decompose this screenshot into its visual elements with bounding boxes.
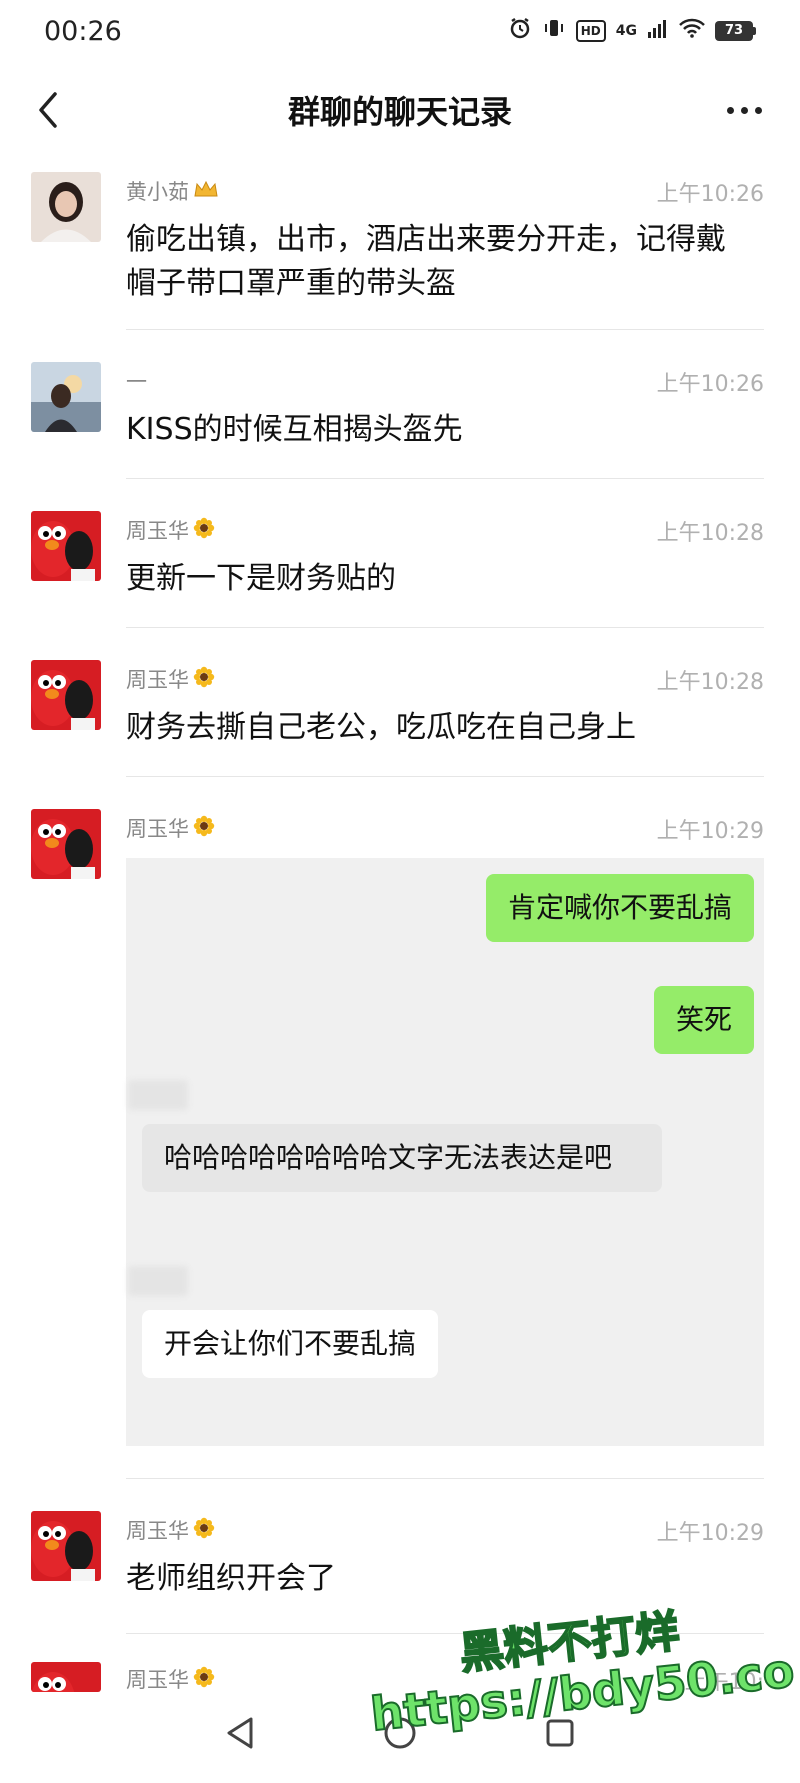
status-icons: HD 4G 73 [508, 16, 756, 46]
blurred-name [128, 1080, 188, 1110]
status-bar: 00:26 HD 4G 73 [0, 0, 800, 62]
divider [126, 329, 764, 330]
sunflower-icon [193, 1517, 215, 1544]
divider [126, 776, 764, 777]
sender-name: 黄小茹 [126, 176, 219, 206]
message-time: 上午10:28 [656, 521, 764, 546]
nav-home-button[interactable] [370, 1703, 430, 1763]
message-time: 上午10:26 [656, 372, 764, 397]
sunflower-icon [193, 666, 215, 693]
avatar[interactable] [31, 660, 101, 730]
sender-name: 一 [126, 370, 147, 394]
divider [126, 1633, 764, 1634]
status-time: 00:26 [44, 15, 122, 47]
nav-recents-button[interactable] [530, 1703, 590, 1763]
message-text[interactable]: 更新一下是财务贴的 [126, 557, 746, 601]
sender-name: 周玉华 [126, 1515, 215, 1545]
signal-icon [647, 18, 669, 44]
battery-level: 73 [715, 21, 753, 41]
system-nav-bar [0, 1683, 800, 1783]
alarm-icon [508, 16, 532, 46]
vibrate-icon [542, 16, 566, 46]
avatar[interactable] [31, 1511, 101, 1581]
hd-badge: HD [575, 20, 606, 42]
triangle-back-icon [227, 1717, 253, 1749]
message-text[interactable]: KISS的时候互相揭头盔先 [126, 408, 746, 452]
message-time: 上午10:26 [656, 182, 764, 207]
avatar[interactable] [31, 172, 101, 242]
avatar[interactable] [31, 362, 101, 432]
message-text[interactable]: 偷吃出镇，出市，酒店出来要分开走，记得戴帽子带口罩严重的带头盔 [126, 218, 746, 306]
nav-back-button[interactable] [210, 1703, 270, 1763]
more-options-button[interactable] [716, 86, 772, 134]
sunflower-icon [193, 815, 215, 842]
network-type: 4G [615, 23, 637, 39]
divider [126, 1478, 764, 1479]
divider [126, 478, 764, 479]
avatar[interactable] [31, 809, 101, 879]
chat-bubble-sent: 笑死 [653, 986, 754, 1054]
chat-bubble-sent: 肯定喊你不要乱搞 [485, 874, 754, 942]
message-time: 上午10:29 [656, 819, 764, 844]
message-text[interactable]: 财务去撕自己老公，吃瓜吃在自己身上 [126, 706, 746, 750]
chat-bubble-received: 开会让你们不要乱搞 [142, 1310, 439, 1378]
watermark-title: 黑料不打烊 [457, 1605, 683, 1681]
divider [126, 627, 764, 628]
more-dot-icon [754, 106, 762, 114]
crown-icon [193, 179, 219, 204]
sender-name: 周玉华 [126, 515, 215, 545]
blurred-name [128, 1266, 188, 1296]
page-title: 群聊的聊天记录 [287, 93, 512, 131]
wifi-icon [679, 18, 705, 44]
nav-bar: 群聊的聊天记录 [0, 62, 800, 158]
sender-name: 周玉华 [126, 813, 215, 843]
avatar[interactable] [31, 511, 101, 581]
more-dot-icon [740, 106, 748, 114]
sunflower-icon [193, 517, 215, 544]
message-time: 上午10:29 [656, 1521, 764, 1546]
chevron-left-icon [39, 92, 57, 128]
chat-bubble-received: 哈哈哈哈哈哈哈哈文字无法表达是吧 [142, 1124, 662, 1192]
message-text[interactable]: 老师组织开会了 [126, 1557, 746, 1601]
battery-icon: 73 [715, 21, 756, 41]
sender-name: 周玉华 [126, 664, 215, 694]
back-button[interactable] [24, 86, 72, 134]
more-dot-icon [726, 106, 734, 114]
square-recents-icon [546, 1719, 574, 1747]
image-message[interactable]: 肯定喊你不要乱搞 笑死 哈哈哈哈哈哈哈哈文字无法表达是吧 开会让你们不要乱搞 [126, 858, 764, 1446]
message-time: 上午10:28 [656, 670, 764, 695]
circle-home-icon [384, 1717, 416, 1749]
